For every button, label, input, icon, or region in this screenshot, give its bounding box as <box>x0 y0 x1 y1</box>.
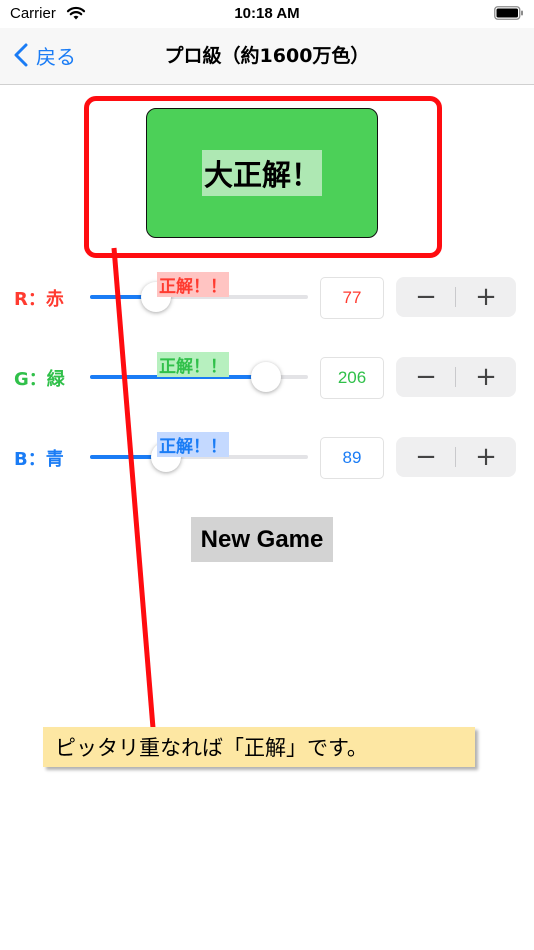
annotation-callout: ピッタリ重なれば「正解」です。 <box>43 727 475 767</box>
callout-text: ピッタリ重なれば「正解」です。 <box>55 736 368 760</box>
annotation-pointer-line <box>111 247 156 729</box>
